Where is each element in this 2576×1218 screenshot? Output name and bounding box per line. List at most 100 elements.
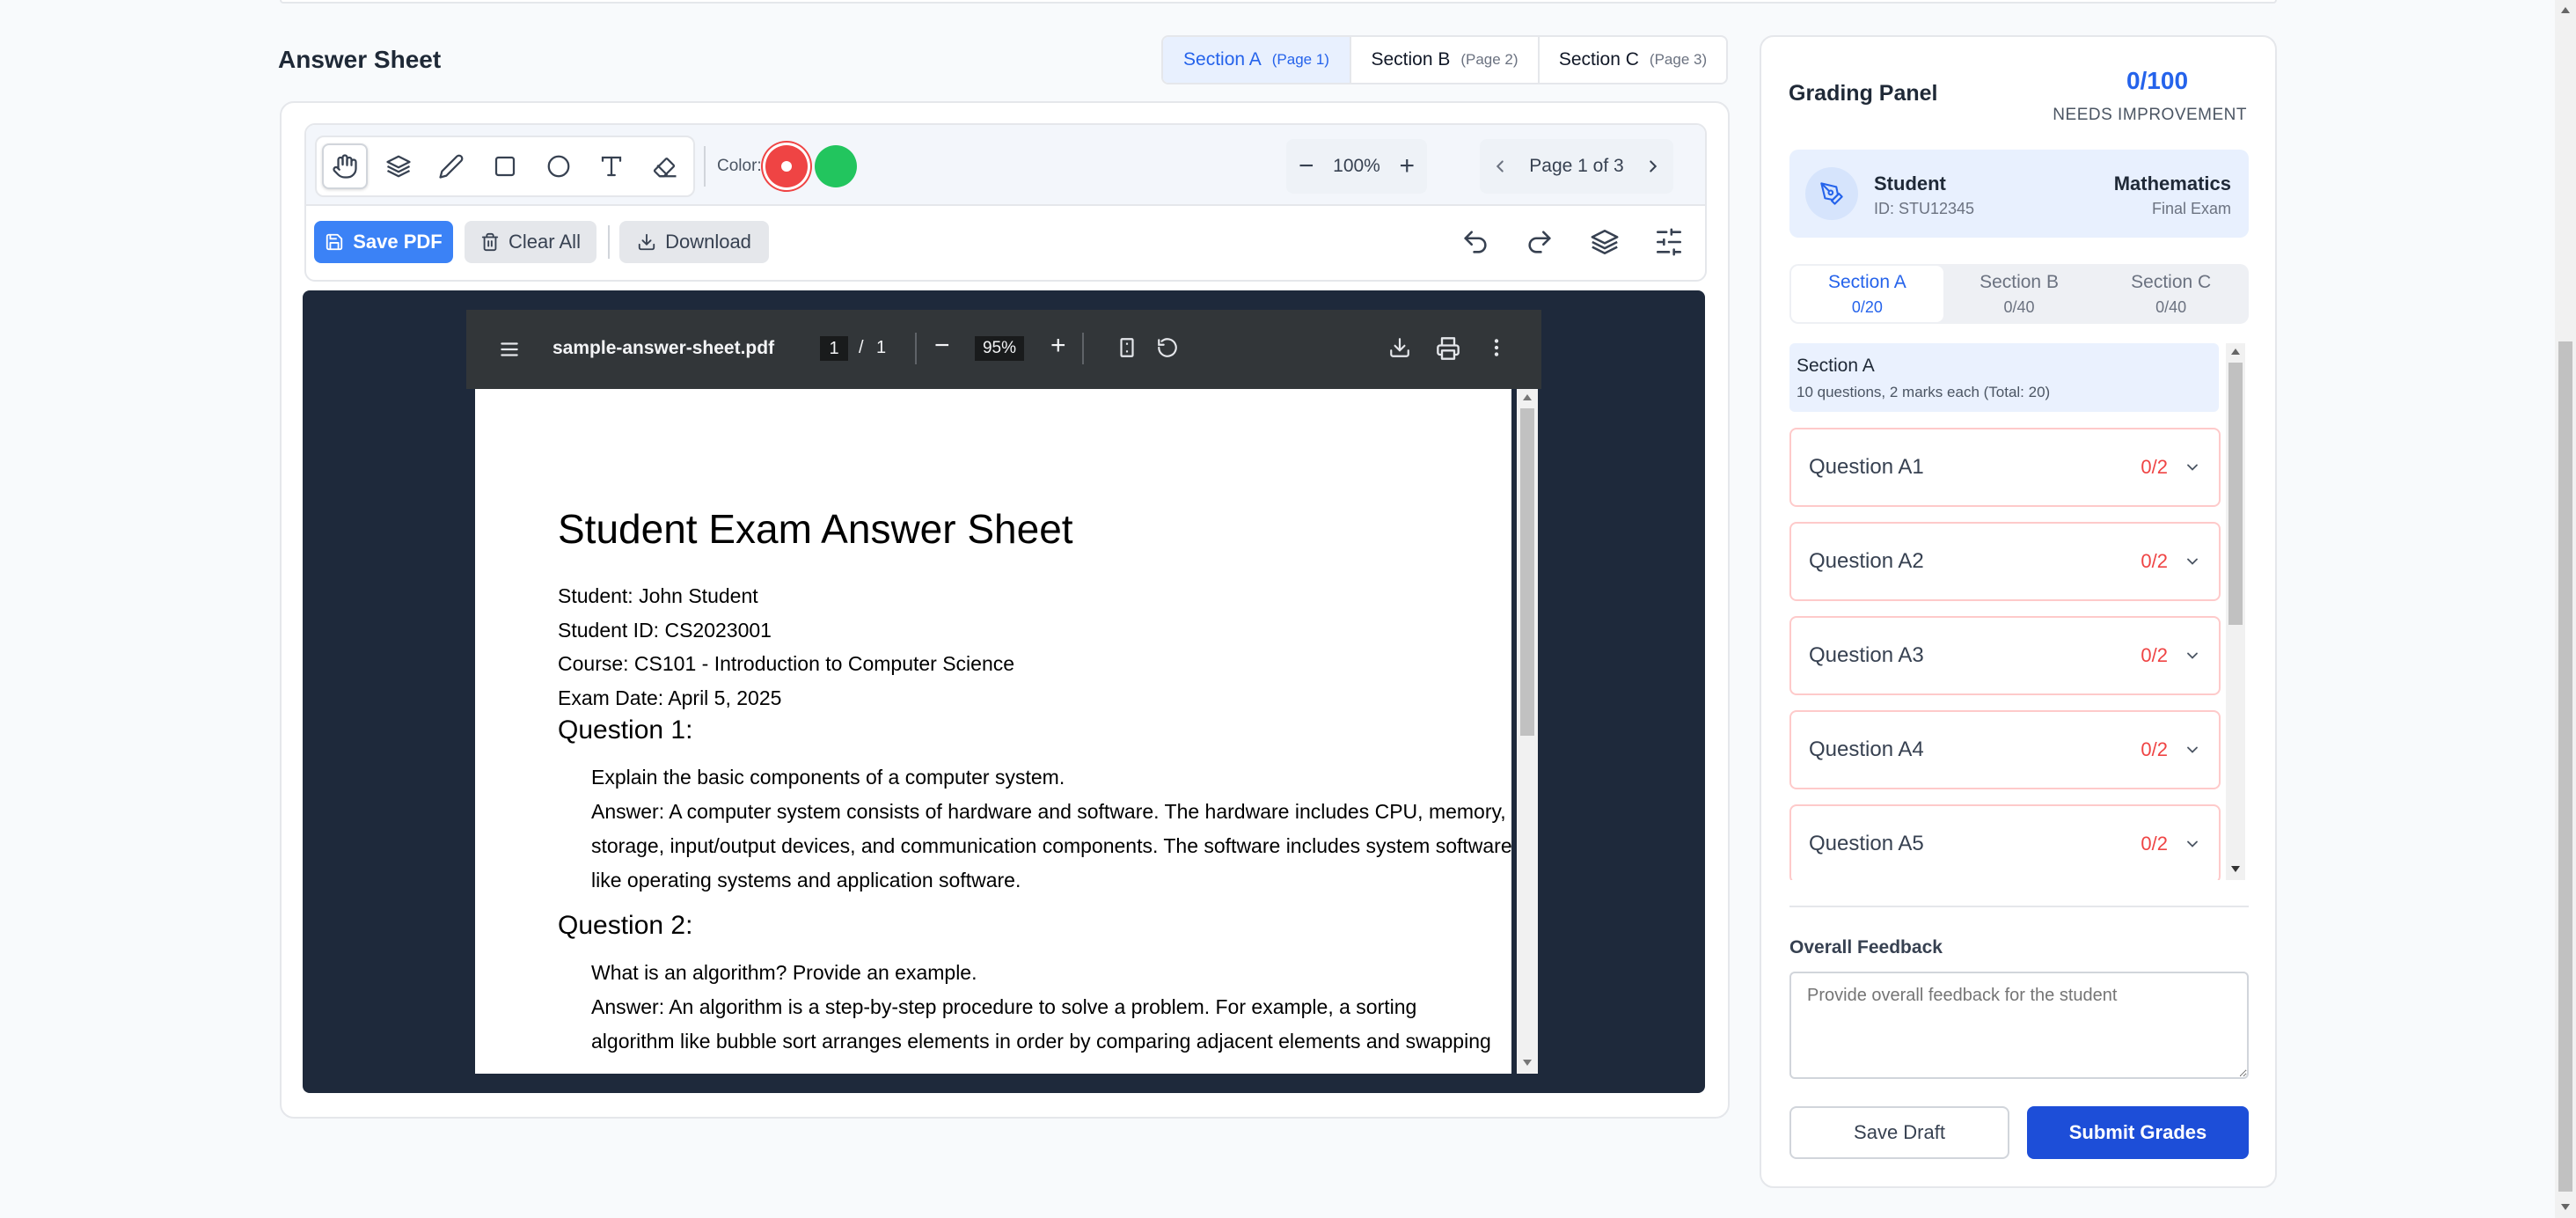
circle-icon bbox=[547, 155, 570, 178]
clear-all-button[interactable]: Clear All bbox=[465, 221, 596, 263]
trash-icon bbox=[481, 232, 499, 252]
pen-tool-button[interactable] bbox=[428, 143, 474, 189]
section-info-box bbox=[1789, 343, 2219, 412]
pdf-zoom-input[interactable]: 95% bbox=[975, 336, 1024, 361]
pdf-document: Student Exam Answer Sheet Student: John … bbox=[558, 505, 1511, 1059]
tab-section-b[interactable]: Section B 0/40 bbox=[1943, 266, 2096, 322]
question-score: 0/2 bbox=[2141, 550, 2201, 573]
settings-button[interactable] bbox=[1654, 227, 1684, 257]
student-line: Student: John Student bbox=[558, 584, 758, 607]
circle-tool-button[interactable] bbox=[536, 143, 582, 189]
tab-section-a[interactable]: Section A (Page 1) bbox=[1163, 37, 1351, 83]
scroll-up-arrow[interactable] bbox=[1523, 394, 1532, 400]
section-info-desc: 10 questions, 2 marks each (Total: 20) bbox=[1797, 384, 2051, 400]
rectangle-icon bbox=[494, 156, 516, 177]
layers-tool-button[interactable] bbox=[376, 143, 421, 189]
question-list-scrollbar[interactable] bbox=[2226, 343, 2245, 880]
print-button[interactable] bbox=[1436, 336, 1460, 361]
score-value: 0/2 bbox=[2141, 833, 2168, 855]
layers-icon bbox=[385, 155, 411, 178]
exam-date-line: Exam Date: April 5, 2025 bbox=[558, 686, 782, 709]
submit-grades-button[interactable]: Submit Grades bbox=[2027, 1106, 2249, 1159]
answer-sheet-title: Answer Sheet bbox=[278, 46, 442, 73]
tab-section-c[interactable]: Section C 0/40 bbox=[2095, 266, 2247, 322]
rotate-button[interactable] bbox=[1156, 336, 1179, 359]
question-score: 0/2 bbox=[2141, 456, 2201, 479]
pdf-scrollbar[interactable] bbox=[1517, 389, 1538, 1074]
eraser-tool-button[interactable] bbox=[642, 143, 688, 189]
layers-icon bbox=[1591, 229, 1619, 255]
question-item[interactable]: Question A1 0/2 bbox=[1789, 428, 2221, 507]
chevron-down-icon bbox=[2187, 558, 2198, 565]
menu-button[interactable] bbox=[498, 338, 521, 361]
student-label: Student bbox=[1874, 172, 1946, 194]
next-page-button[interactable] bbox=[1643, 157, 1663, 176]
scroll-down-arrow[interactable] bbox=[2231, 866, 2240, 872]
question-label: Question A5 bbox=[1809, 832, 1924, 855]
page-scrollbar[interactable] bbox=[2555, 0, 2576, 1218]
text-tool-button[interactable] bbox=[589, 143, 635, 189]
tab-score: 0/40 bbox=[2155, 297, 2187, 316]
question-list-clip: Question A5 0/2 bbox=[1786, 804, 2226, 880]
save-draft-button[interactable]: Save Draft bbox=[1789, 1106, 2009, 1159]
tab-section-a[interactable]: Section A 0/20 bbox=[1791, 266, 1943, 322]
color-swatch-green[interactable] bbox=[815, 145, 857, 187]
more-options-button[interactable] bbox=[1485, 336, 1508, 359]
color-label: Color: bbox=[717, 157, 762, 175]
pdf-filename: sample-answer-sheet.pdf bbox=[553, 338, 775, 358]
save-draft-label: Save Draft bbox=[1854, 1121, 1945, 1143]
clear-all-label: Clear All bbox=[509, 231, 581, 253]
undo-icon bbox=[1464, 231, 1487, 253]
print-icon bbox=[1437, 337, 1460, 360]
question-item[interactable]: Question A4 0/2 bbox=[1789, 710, 2221, 789]
save-pdf-button[interactable]: Save PDF bbox=[314, 221, 453, 263]
fit-page-button[interactable] bbox=[1116, 336, 1138, 359]
download-button[interactable]: Download bbox=[619, 221, 769, 263]
tab-label: Section B bbox=[1980, 271, 2059, 292]
page-indicator: Page 1 of 3 bbox=[1529, 156, 1624, 176]
pdf-download-button[interactable] bbox=[1388, 336, 1411, 359]
download-label: Download bbox=[665, 231, 751, 253]
redo-button[interactable] bbox=[1525, 227, 1555, 257]
scrollbar-thumb[interactable] bbox=[2228, 363, 2243, 625]
download-icon bbox=[638, 233, 655, 251]
tab-page: (Page 2) bbox=[1460, 51, 1519, 68]
scrollbar-thumb[interactable] bbox=[1520, 408, 1534, 736]
tab-section-c[interactable]: Section C (Page 3) bbox=[1540, 37, 1726, 83]
scrollbar-thumb[interactable] bbox=[2558, 341, 2572, 1192]
top-card-edge bbox=[280, 0, 2277, 4]
zoom-in-button[interactable]: + bbox=[1399, 153, 1415, 180]
question-item[interactable]: Question A2 0/2 bbox=[1789, 522, 2221, 601]
grade-status: NEEDS IMPROVEMENT bbox=[2053, 106, 2247, 124]
pen-tool-icon bbox=[1820, 182, 1843, 205]
scroll-up-arrow[interactable] bbox=[2561, 7, 2570, 13]
scroll-down-arrow[interactable] bbox=[2561, 1204, 2570, 1210]
pdf-zoom-out-button[interactable]: − bbox=[934, 331, 950, 361]
scroll-up-arrow[interactable] bbox=[2231, 349, 2240, 355]
question-2-answer-line: algorithm like bubble sort arranges elem… bbox=[591, 1030, 1491, 1053]
pdf-viewer-toolbar: sample-answer-sheet.pdf 1 / 1 − 95% + bbox=[466, 310, 1541, 389]
scroll-down-arrow[interactable] bbox=[1523, 1060, 1532, 1066]
feedback-textarea[interactable] bbox=[1789, 972, 2249, 1079]
question-2-answer-line: Answer: An algorithm is a step-by-step p… bbox=[591, 995, 1417, 1018]
tab-label: Section A bbox=[1183, 49, 1262, 70]
layers-button[interactable] bbox=[1590, 227, 1620, 257]
prev-page-button[interactable] bbox=[1490, 157, 1510, 176]
page-number-input[interactable]: 1 bbox=[820, 336, 848, 361]
question-item[interactable]: Question A5 0/2 bbox=[1789, 804, 2221, 880]
tab-section-b[interactable]: Section B (Page 2) bbox=[1351, 37, 1540, 83]
rectangle-tool-button[interactable] bbox=[482, 143, 528, 189]
question-item[interactable]: Question A3 0/2 bbox=[1789, 616, 2221, 695]
undo-button[interactable] bbox=[1460, 227, 1490, 257]
chevron-right-icon bbox=[1650, 160, 1658, 172]
page-separator: / bbox=[859, 338, 864, 357]
rotate-icon bbox=[1158, 338, 1177, 357]
document-heading: Student Exam Answer Sheet bbox=[558, 506, 1073, 552]
zoom-out-button[interactable]: − bbox=[1299, 153, 1314, 180]
color-swatch-red[interactable] bbox=[765, 145, 808, 187]
fit-page-icon bbox=[1120, 338, 1134, 357]
question-2-prompt: What is an algorithm? Provide an example… bbox=[591, 961, 977, 984]
pdf-zoom-in-button[interactable]: + bbox=[1050, 331, 1066, 361]
hand-tool-button[interactable] bbox=[322, 143, 368, 189]
download-icon bbox=[1390, 338, 1409, 357]
